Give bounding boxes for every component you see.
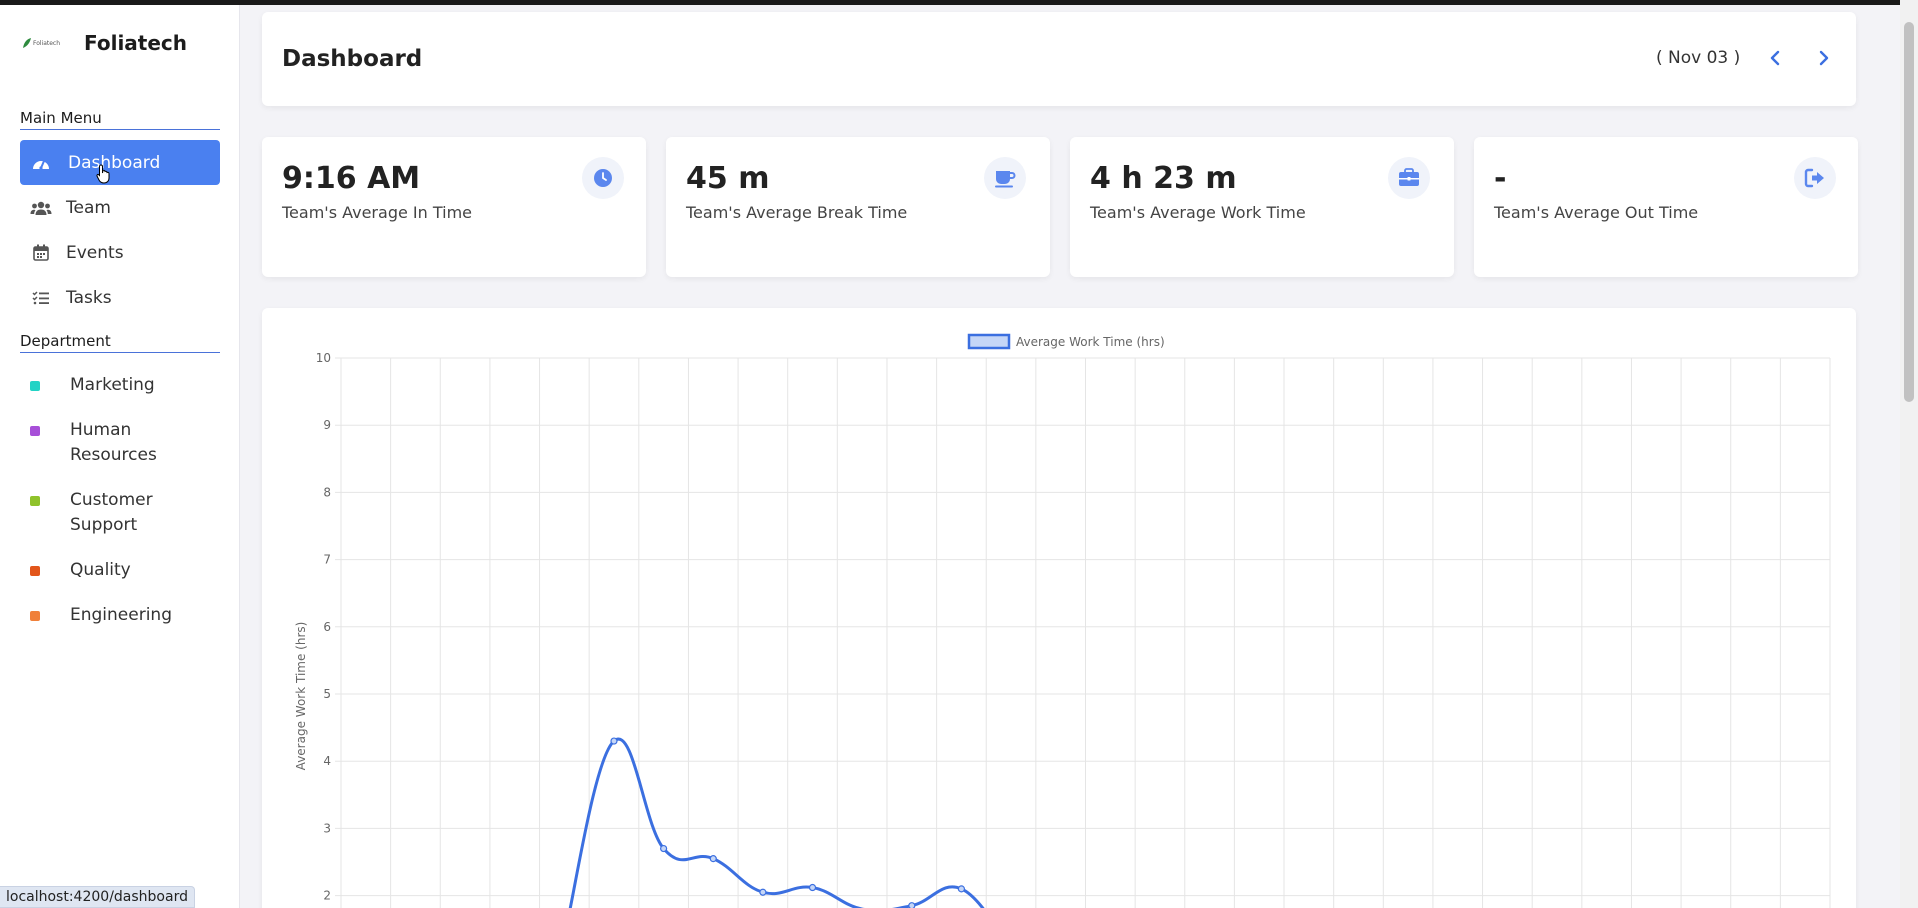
legend-swatch — [967, 333, 1011, 350]
y-tick-label: 10 — [316, 351, 331, 365]
window-top-border — [0, 0, 1918, 5]
list-check-icon — [30, 289, 52, 307]
next-date-button[interactable] — [1811, 44, 1837, 72]
sidebar-item-team[interactable]: Team — [20, 185, 220, 230]
department-title: Department — [20, 332, 220, 353]
y-tick-label: 8 — [323, 485, 331, 499]
department-item-marketing[interactable]: Marketing — [30, 373, 220, 398]
stat-value: - — [1494, 161, 1507, 196]
department-color-dot — [30, 381, 40, 391]
y-tick-label: 7 — [323, 553, 331, 567]
hand-cursor-icon — [96, 164, 110, 184]
y-tick-label: 6 — [323, 620, 331, 634]
y-tick-label: 5 — [323, 687, 331, 701]
sidebar-item-label: Events — [66, 242, 124, 263]
sign-out-icon — [1794, 157, 1836, 199]
data-point[interactable] — [908, 902, 916, 908]
scrollbar-thumb[interactable] — [1904, 22, 1914, 402]
stat-card-out-time: - Team's Average Out Time — [1474, 137, 1858, 277]
department-item-customer-support[interactable]: Customer Support — [30, 488, 220, 538]
data-point[interactable] — [660, 844, 668, 853]
department-item-quality[interactable]: Quality — [30, 558, 220, 583]
stat-card-work-time: 4 h 23 m Team's Average Work Time — [1070, 137, 1454, 277]
department-item-human-resources[interactable]: Human Resources — [30, 418, 220, 468]
department-item-engineering[interactable]: Engineering — [30, 603, 220, 628]
stat-label: Team's Average In Time — [282, 203, 472, 222]
calendar-icon — [30, 244, 52, 262]
stat-value: 9:16 AM — [282, 161, 421, 196]
gauge-icon — [30, 154, 52, 172]
department-color-dot — [30, 611, 40, 621]
logo-text: Foliatech — [32, 39, 61, 47]
y-tick-label: 3 — [323, 821, 331, 835]
main-menu-title: Main Menu — [20, 109, 220, 130]
sidebar: Foliatech Foliatech Main Menu Dashboard … — [0, 5, 240, 908]
sidebar-item-label: Tasks — [66, 287, 112, 308]
leaf-icon — [22, 38, 31, 48]
work-time-chart: Average Work Time (hrs) Average Work Tim… — [294, 333, 1831, 908]
users-icon — [30, 199, 52, 217]
chart-card: Average Work Time (hrs) Average Work Tim… — [262, 308, 1856, 908]
stat-label: Team's Average Work Time — [1090, 203, 1306, 222]
sidebar-item-label: Dashboard — [68, 152, 161, 173]
department-color-dot — [30, 496, 40, 506]
sidebar-item-tasks[interactable]: Tasks — [20, 275, 220, 320]
department-label: Human Resources — [70, 420, 157, 465]
chevron-left-icon — [1770, 50, 1780, 66]
briefcase-icon — [1388, 157, 1430, 199]
y-tick-label: 9 — [323, 418, 331, 432]
previous-date-button[interactable] — [1762, 44, 1788, 72]
brand-name: Foliatech — [84, 31, 188, 55]
chevron-right-icon — [1819, 50, 1829, 66]
date-label: ( Nov 03 ) — [1656, 48, 1741, 68]
status-bar-url: localhost:4200/dashboard — [0, 886, 195, 908]
data-point[interactable] — [808, 883, 817, 892]
y-axis-label: Average Work Time (hrs) — [294, 622, 308, 771]
clock-icon — [582, 157, 624, 199]
department-color-dot — [30, 426, 40, 436]
department-color-dot — [30, 566, 40, 576]
legend-label: Average Work Time (hrs) — [1016, 335, 1165, 349]
data-point[interactable] — [610, 737, 618, 745]
page-scrollbar[interactable] — [1900, 0, 1918, 908]
stat-value: 45 m — [686, 161, 770, 196]
sidebar-item-label: Team — [66, 197, 111, 218]
sidebar-item-dashboard[interactable]: Dashboard — [20, 140, 220, 185]
department-label: Quality — [70, 560, 131, 580]
logo: Foliatech — [20, 31, 62, 55]
stat-card-in-time: 9:16 AM Team's Average In Time — [262, 137, 646, 277]
stat-card-break-time: 45 m Team's Average Break Time — [666, 137, 1050, 277]
coffee-icon — [984, 157, 1026, 199]
stat-label: Team's Average Out Time — [1494, 203, 1699, 222]
header-card: Dashboard ( Nov 03 ) — [262, 12, 1856, 106]
page-title: Dashboard — [282, 46, 423, 72]
department-label: Marketing — [70, 375, 155, 395]
sidebar-item-events[interactable]: Events — [20, 230, 220, 275]
department-label: Engineering — [70, 605, 172, 625]
data-point[interactable] — [759, 888, 767, 896]
data-point[interactable] — [709, 855, 717, 863]
stat-value: 4 h 23 m — [1090, 161, 1237, 196]
brand[interactable]: Foliatech Foliatech — [20, 31, 187, 55]
y-tick-label: 4 — [323, 754, 331, 768]
stat-label: Team's Average Break Time — [686, 203, 908, 222]
department-label: Customer Support — [70, 490, 153, 535]
data-point[interactable] — [957, 885, 966, 893]
y-tick-label: 2 — [323, 889, 331, 903]
